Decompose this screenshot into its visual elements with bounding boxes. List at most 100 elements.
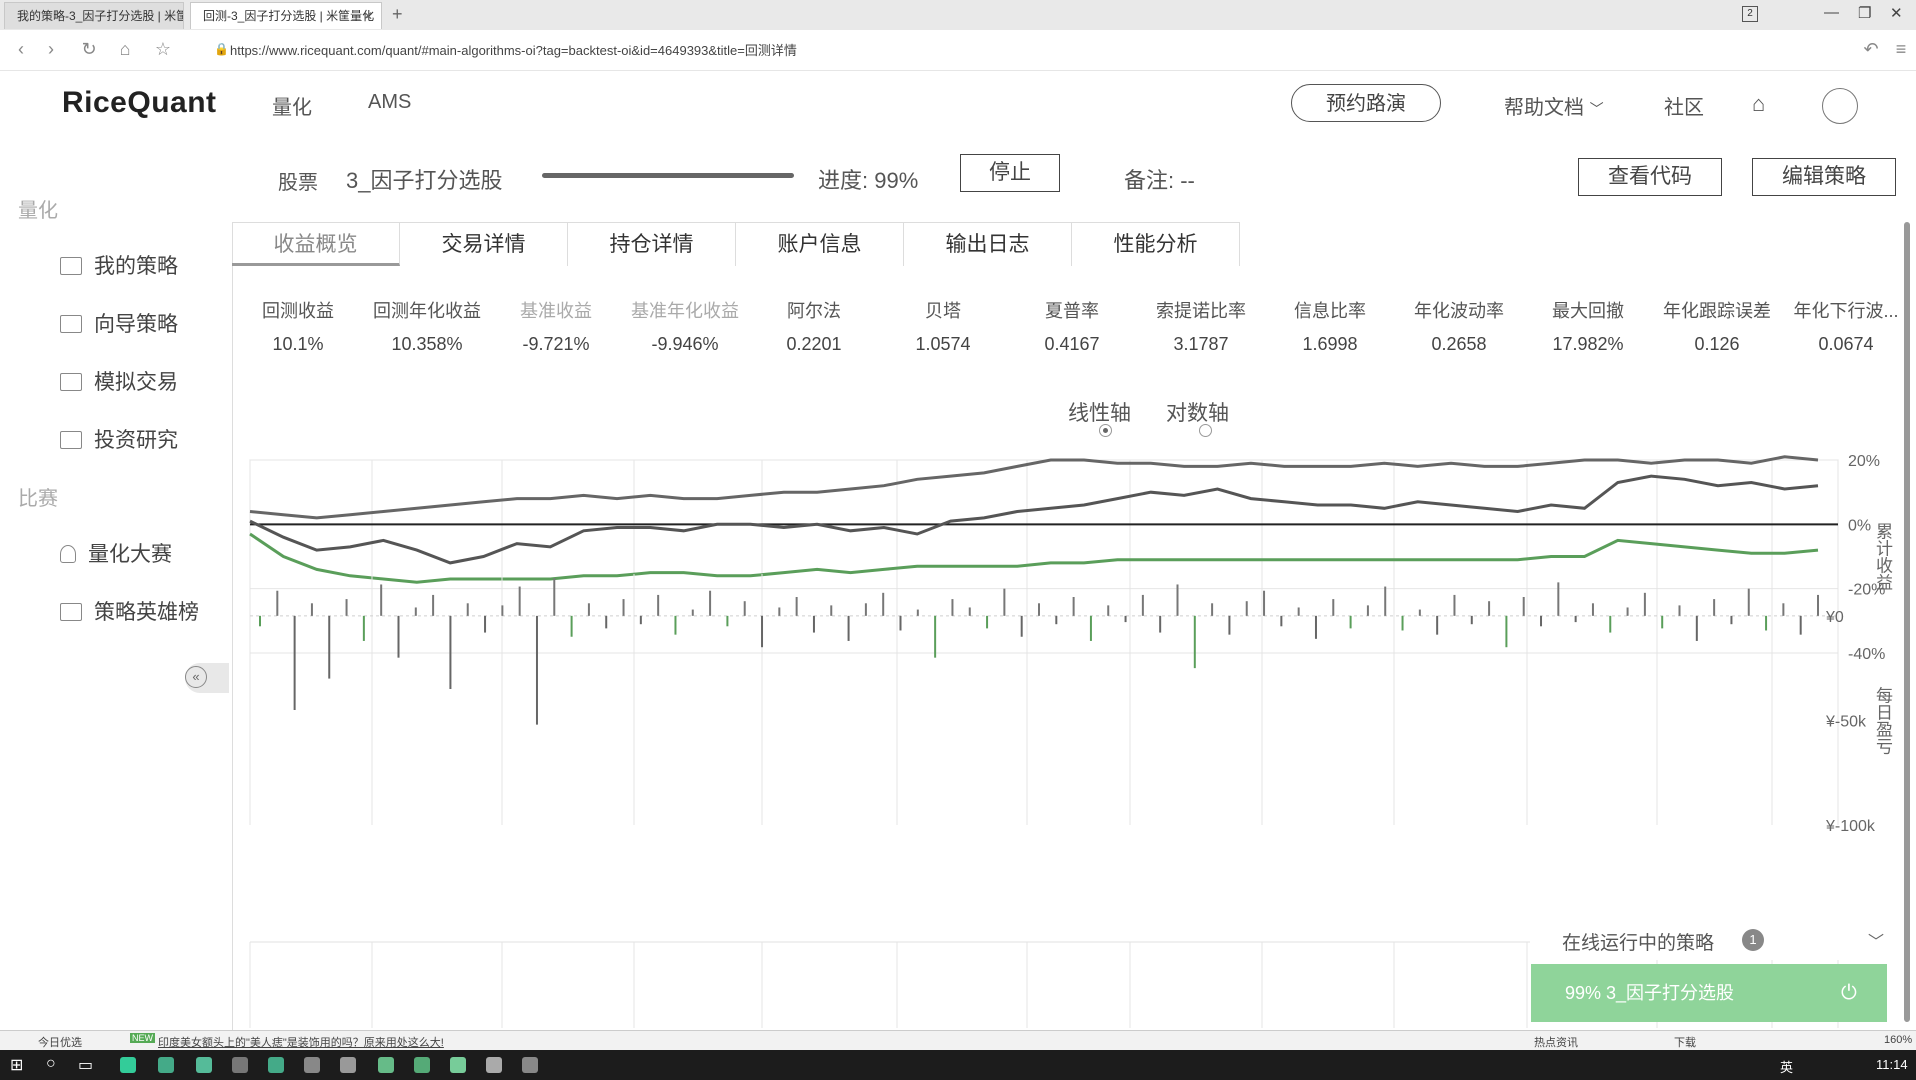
collapse-sidebar-button[interactable]: « [185,663,229,693]
app-icon[interactable] [232,1057,248,1073]
back-icon[interactable]: ‹ [10,38,32,60]
sidebar-item-research[interactable]: 投资研究 [60,424,178,454]
tab-performance[interactable]: 性能分析 [1072,222,1240,266]
file-explorer-icon[interactable] [158,1057,174,1073]
search-icon[interactable]: ○ [46,1055,56,1073]
metric-value: 0.0674 [1818,334,1874,354]
tab-logs[interactable]: 输出日志 [904,222,1072,266]
sidebar-item-label: 投资研究 [94,429,178,452]
community-link[interactable]: 社区 [1664,91,1704,120]
tab-positions[interactable]: 持仓详情 [568,222,736,266]
windows-taskbar: ⊞ ○ ▭ 英 11:14 [0,1050,1916,1080]
grid-icon [60,315,82,333]
minimize-icon[interactable]: — [1824,4,1839,21]
nav-ams[interactable]: AMS [368,91,411,114]
browser-tab-active[interactable]: 回测-3_因子打分选股 | 米筐量化 ✕ [190,2,382,29]
tab-trades[interactable]: 交易详情 [400,222,568,266]
stop-button[interactable]: 停止 [960,154,1060,192]
refresh-icon[interactable]: ↻ [78,38,100,60]
linear-axis-radio[interactable] [1099,424,1112,437]
app-icon[interactable] [340,1057,356,1073]
app-icon[interactable] [268,1057,284,1073]
avatar[interactable] [1822,88,1858,124]
notification-icon[interactable]: ⌂ [1752,91,1765,117]
app-icon[interactable] [378,1057,394,1073]
app-icon[interactable] [522,1057,538,1073]
news-link[interactable]: 印度美女额头上的"美人痣"是装饰用的吗？原来用处这么大! [158,1034,444,1050]
metric-value: 0.2201 [786,334,842,354]
sidebar-item-label: 量化大赛 [88,543,172,566]
tab-overview[interactable]: 收益概览 [232,222,400,266]
windows-start-icon[interactable]: ⊞ [10,1055,23,1075]
address-bar: ‹ › ↻ ⌂ ☆ 🔒 https://www.ricequant.com/qu… [0,30,1916,71]
metric-label: 年化下行波... [1793,301,1899,321]
metric-label: 最大回撤 [1552,301,1624,321]
metric-label: 贝塔 [925,301,961,321]
metric-value: 1.6998 [1302,334,1358,354]
app-icon[interactable] [304,1057,320,1073]
app-icon[interactable] [450,1057,466,1073]
browser-tab[interactable]: 我的策略-3_因子打分选股 | 米筐 [4,2,184,29]
sidebar-item-guided-strategies[interactable]: 向导策略 [60,308,178,338]
sidebar-item-contest[interactable]: 量化大赛 [60,538,172,568]
linear-axis-option[interactable]: 线性轴 [1068,397,1131,427]
menu-icon[interactable]: ≡ [1890,38,1912,60]
metric-value: 0.4167 [1044,334,1100,354]
edit-strategy-button[interactable]: 编辑策略 [1752,158,1896,196]
tab-account[interactable]: 账户信息 [736,222,904,266]
star-icon[interactable]: ☆ [152,38,174,60]
metric-label: 夏普率 [1045,301,1099,321]
log-axis-option[interactable]: 对数轴 [1166,397,1229,427]
roadshow-button[interactable]: 预约路演 [1291,84,1441,122]
sidebar-item-leaderboard[interactable]: 策略英雄榜 [60,596,199,626]
clock: 11:14 [1876,1057,1908,1072]
forward-icon[interactable]: › [40,38,62,60]
hot-news-link[interactable]: 热点资讯 [1534,1034,1578,1050]
metric-label: 基准收益 [520,301,592,321]
close-tab-icon[interactable]: ✕ [363,3,373,29]
restore-icon[interactable]: ❐ [1858,4,1871,22]
url-input[interactable]: https://www.ricequant.com/quant/#main-al… [230,40,797,59]
y-tick-label: 20% [1848,453,1880,470]
metric-label: 年化跟踪误差 [1663,301,1771,321]
nav-quant[interactable]: 量化 [272,91,312,120]
ricequant-logo[interactable]: RiceQuant [62,86,217,120]
running-strategy-item[interactable]: 99% 3_因子打分选股 ⏻ [1531,964,1887,1022]
undo-icon[interactable]: ↶ [1860,38,1882,60]
series-line-2 [249,474,1819,565]
chevron-down-icon[interactable]: ﹀ [1868,928,1884,952]
tab-label: 回测-3_因子打分选股 | 米筐量化 [203,9,375,23]
app-icon[interactable] [486,1057,502,1073]
app-icon[interactable] [414,1057,430,1073]
new-tab-button[interactable]: + [392,4,403,25]
zoom-level[interactable]: 160% [1884,1034,1912,1046]
power-icon[interactable]: ⏻ [1841,964,1857,1022]
log-axis-radio[interactable] [1199,424,1212,437]
y-axis-label: 每日盈亏 [1872,686,1893,755]
bar-chart-icon [60,603,82,621]
sidebar-group-contest: 比赛 [18,488,58,510]
tab-count-badge[interactable]: 2 [1742,6,1758,22]
today-picks-link[interactable]: 今日优选 [38,1034,82,1050]
progress-bar [542,173,794,178]
lock-icon: 🔒 [214,42,229,56]
tab-label: 我的策略-3_因子打分选股 | 米筐 [17,9,184,23]
chart1-frame [249,459,1839,654]
download-link[interactable]: 下载 [1674,1034,1696,1050]
online-strategies-header[interactable]: 在线运行中的策略 1 ﹀ [1530,920,1900,960]
sidebar-item-my-strategies[interactable]: 我的策略 [60,250,178,280]
task-view-icon[interactable]: ▭ [78,1055,93,1075]
metric-value: -9.721% [522,334,590,354]
close-window-icon[interactable]: ✕ [1890,4,1903,22]
ime-indicator[interactable]: 英 [1780,1057,1793,1076]
view-code-button[interactable]: 查看代码 [1578,158,1722,196]
sidebar-item-label: 我的策略 [94,255,178,278]
app-icon[interactable] [196,1057,212,1073]
help-docs-menu[interactable]: 帮助文档 ﹀ [1504,91,1604,120]
chevron-down-icon: ﹀ [1589,101,1604,117]
sidebar-item-paper-trading[interactable]: 模拟交易 [60,366,178,396]
browser-app-icon[interactable] [120,1057,136,1073]
online-strategies-label: 在线运行中的策略 [1562,933,1715,954]
y-tick-label: -40% [1848,646,1885,663]
home-icon[interactable]: ⌂ [114,38,136,60]
